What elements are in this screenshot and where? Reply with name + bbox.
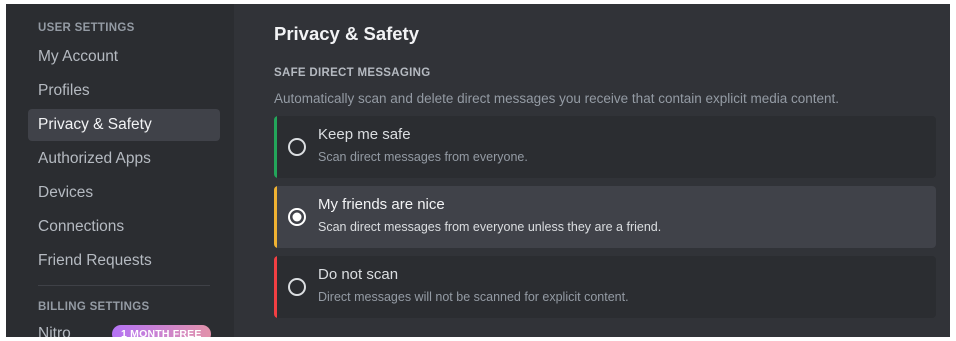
option-label: Keep me safe	[318, 126, 411, 143]
settings-sidebar: USER SETTINGS My Account Profiles Privac…	[6, 4, 234, 337]
user-settings-header: USER SETTINGS	[38, 22, 135, 34]
option-description: Scan direct messages from everyone unles…	[318, 220, 662, 234]
safe-dm-section-title: SAFE DIRECT MESSAGING	[274, 67, 431, 79]
radio-empty-icon[interactable]	[287, 137, 307, 157]
option-my-friends-are-nice[interactable]: My friends are nice Scan direct messages…	[274, 186, 936, 248]
option-description: Scan direct messages from everyone.	[318, 150, 528, 164]
nitro-label: Nitro	[38, 325, 71, 337]
sidebar-item-authorized-apps[interactable]: Authorized Apps	[28, 143, 220, 175]
settings-content: Privacy & Safety SAFE DIRECT MESSAGING A…	[234, 4, 950, 337]
settings-window: USER SETTINGS My Account Profiles Privac…	[6, 4, 950, 337]
radio-empty-icon[interactable]	[287, 277, 307, 297]
sidebar-item-connections[interactable]: Connections	[28, 211, 220, 243]
user-settings-nav: My Account Profiles Privacy & Safety Aut…	[6, 41, 234, 277]
sidebar-item-privacy-safety[interactable]: Privacy & Safety	[28, 109, 220, 141]
promo-badge: 1 MONTH FREE	[112, 325, 211, 337]
option-accent-bar	[274, 256, 277, 318]
radio-selected-icon[interactable]	[287, 207, 307, 227]
sidebar-item-my-account[interactable]: My Account	[28, 41, 220, 73]
option-keep-me-safe[interactable]: Keep me safe Scan direct messages from e…	[274, 116, 936, 178]
option-label: My friends are nice	[318, 196, 445, 213]
option-text: Do not scan Direct messages will not be …	[318, 265, 629, 305]
option-accent-bar	[274, 116, 277, 178]
safe-dm-description: Automatically scan and delete direct mes…	[274, 91, 840, 106]
option-label: Do not scan	[318, 266, 399, 283]
option-text: Keep me safe Scan direct messages from e…	[318, 125, 528, 165]
option-accent-bar	[274, 186, 277, 248]
sidebar-divider	[38, 285, 210, 286]
sidebar-item-nitro[interactable]: Nitro 1 MONTH FREE	[28, 320, 220, 337]
option-description: Direct messages will not be scanned for …	[318, 290, 629, 304]
sidebar-item-devices[interactable]: Devices	[28, 177, 220, 209]
option-do-not-scan[interactable]: Do not scan Direct messages will not be …	[274, 256, 936, 318]
billing-settings-header: BILLING SETTINGS	[38, 301, 150, 313]
option-text: My friends are nice Scan direct messages…	[318, 195, 661, 235]
sidebar-item-friend-requests[interactable]: Friend Requests	[28, 245, 220, 277]
page-title: Privacy & Safety	[274, 23, 420, 44]
sidebar-item-profiles[interactable]: Profiles	[28, 75, 220, 107]
safe-dm-radio-group: Keep me safe Scan direct messages from e…	[274, 116, 936, 318]
